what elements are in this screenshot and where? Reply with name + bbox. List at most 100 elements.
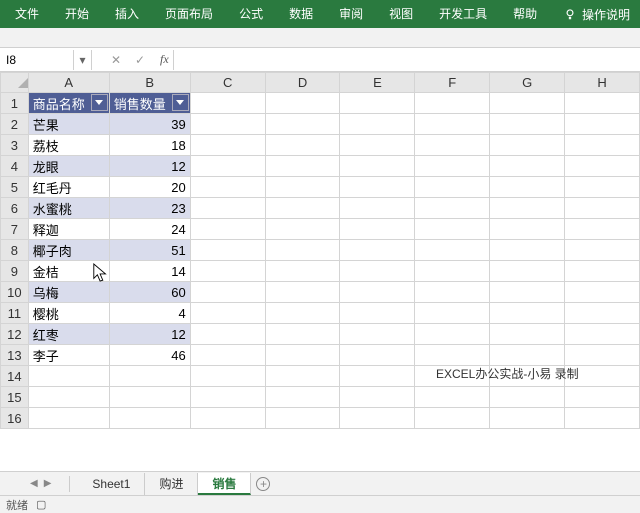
ribbon-tab-9[interactable]: 帮助 <box>500 0 550 28</box>
cell-F6[interactable] <box>415 198 490 219</box>
enter-icon[interactable]: ✓ <box>128 50 152 70</box>
cell-E4[interactable] <box>340 156 415 177</box>
cell-D14[interactable] <box>265 366 340 387</box>
cell-B12[interactable]: 12 <box>109 324 190 345</box>
cell-A6[interactable]: 水蜜桃 <box>28 198 109 219</box>
row-head-8[interactable]: 8 <box>1 240 29 261</box>
cell-E14[interactable] <box>340 366 415 387</box>
cell-D10[interactable] <box>265 282 340 303</box>
cell-B2[interactable]: 39 <box>109 114 190 135</box>
cell-D11[interactable] <box>265 303 340 324</box>
row-head-6[interactable]: 6 <box>1 198 29 219</box>
cell-F10[interactable] <box>415 282 490 303</box>
ribbon-tab-8[interactable]: 开发工具 <box>426 0 500 28</box>
cell-H6[interactable] <box>565 198 640 219</box>
cell-F7[interactable] <box>415 219 490 240</box>
cell-E13[interactable] <box>340 345 415 366</box>
cell-H8[interactable] <box>565 240 640 261</box>
tab-nav[interactable]: ◀▶ <box>20 478 61 489</box>
sheet-tab-1[interactable]: 购进 <box>145 473 198 495</box>
cell-H9[interactable] <box>565 261 640 282</box>
cell-C1[interactable] <box>190 93 265 114</box>
col-head-E[interactable]: E <box>340 73 415 93</box>
row-head-14[interactable]: 14 <box>1 366 29 387</box>
cell-G2[interactable] <box>490 114 565 135</box>
ribbon-tab-7[interactable]: 视图 <box>376 0 426 28</box>
filter-button[interactable] <box>172 94 189 111</box>
row-head-16[interactable]: 16 <box>1 408 29 429</box>
row-head-9[interactable]: 9 <box>1 261 29 282</box>
cell-F3[interactable] <box>415 135 490 156</box>
cell-D9[interactable] <box>265 261 340 282</box>
cell-G5[interactable] <box>490 177 565 198</box>
cell-E9[interactable] <box>340 261 415 282</box>
cell-H5[interactable] <box>565 177 640 198</box>
new-sheet-button[interactable]: + <box>251 477 275 491</box>
cell-B5[interactable]: 20 <box>109 177 190 198</box>
cell-C13[interactable] <box>190 345 265 366</box>
cell-F8[interactable] <box>415 240 490 261</box>
cell-H13[interactable] <box>565 345 640 366</box>
ribbon-tab-1[interactable]: 开始 <box>52 0 102 28</box>
sheet-tab-2[interactable]: 销售 <box>198 473 251 495</box>
ribbon-tab-5[interactable]: 数据 <box>276 0 326 28</box>
cell-A3[interactable]: 荔枝 <box>28 135 109 156</box>
row-head-13[interactable]: 13 <box>1 345 29 366</box>
cell-H1[interactable] <box>565 93 640 114</box>
cell-D15[interactable] <box>265 387 340 408</box>
cell-G9[interactable] <box>490 261 565 282</box>
cell-F13[interactable] <box>415 345 490 366</box>
sheet-tab-0[interactable]: Sheet1 <box>78 473 145 495</box>
cell-A8[interactable]: 椰子肉 <box>28 240 109 261</box>
row-head-12[interactable]: 12 <box>1 324 29 345</box>
cell-H7[interactable] <box>565 219 640 240</box>
col-head-F[interactable]: F <box>415 73 490 93</box>
cell-C11[interactable] <box>190 303 265 324</box>
cell-F5[interactable] <box>415 177 490 198</box>
cell-C3[interactable] <box>190 135 265 156</box>
select-all-corner[interactable] <box>1 73 29 93</box>
cell-F4[interactable] <box>415 156 490 177</box>
cell-H2[interactable] <box>565 114 640 135</box>
row-head-3[interactable]: 3 <box>1 135 29 156</box>
ribbon-tab-4[interactable]: 公式 <box>226 0 276 28</box>
cell-G16[interactable] <box>490 408 565 429</box>
cell-H4[interactable] <box>565 156 640 177</box>
ribbon-tab-0[interactable]: 文件 <box>2 0 52 28</box>
cell-F1[interactable] <box>415 93 490 114</box>
cell-B8[interactable]: 51 <box>109 240 190 261</box>
row-head-11[interactable]: 11 <box>1 303 29 324</box>
tab-nav-prev-icon[interactable]: ◀ <box>30 478 38 489</box>
cell-A7[interactable]: 释迦 <box>28 219 109 240</box>
cell-C2[interactable] <box>190 114 265 135</box>
cell-A14[interactable] <box>28 366 109 387</box>
cell-E5[interactable] <box>340 177 415 198</box>
cell-E7[interactable] <box>340 219 415 240</box>
cell-C7[interactable] <box>190 219 265 240</box>
cell-E1[interactable] <box>340 93 415 114</box>
cell-E6[interactable] <box>340 198 415 219</box>
cell-D13[interactable] <box>265 345 340 366</box>
cell-A11[interactable]: 樱桃 <box>28 303 109 324</box>
cell-A9[interactable]: 金桔 <box>28 261 109 282</box>
cell-D12[interactable] <box>265 324 340 345</box>
cell-C4[interactable] <box>190 156 265 177</box>
cell-A12[interactable]: 红枣 <box>28 324 109 345</box>
name-box-dropdown[interactable]: ▾ <box>74 50 92 70</box>
row-head-10[interactable]: 10 <box>1 282 29 303</box>
macro-record-icon[interactable]: ▢ <box>36 498 46 511</box>
ribbon-tab-3[interactable]: 页面布局 <box>152 0 226 28</box>
cell-A4[interactable]: 龙眼 <box>28 156 109 177</box>
cell-G6[interactable] <box>490 198 565 219</box>
cell-F12[interactable] <box>415 324 490 345</box>
row-head-7[interactable]: 7 <box>1 219 29 240</box>
cell-B4[interactable]: 12 <box>109 156 190 177</box>
cell-B6[interactable]: 23 <box>109 198 190 219</box>
cell-E10[interactable] <box>340 282 415 303</box>
cell-C10[interactable] <box>190 282 265 303</box>
filter-button[interactable] <box>91 94 108 111</box>
name-box[interactable]: I8 <box>0 50 74 70</box>
cell-E8[interactable] <box>340 240 415 261</box>
cell-G3[interactable] <box>490 135 565 156</box>
cell-E2[interactable] <box>340 114 415 135</box>
